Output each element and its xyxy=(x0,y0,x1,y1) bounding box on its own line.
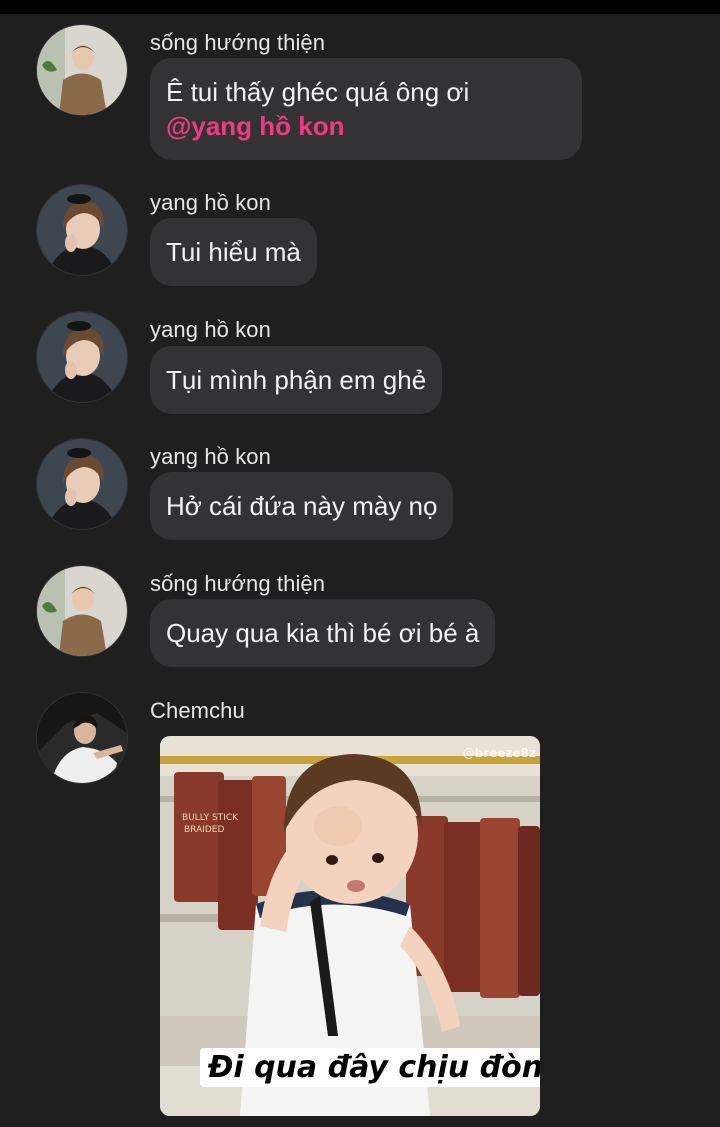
svg-text:BRAIDED: BRAIDED xyxy=(184,825,224,835)
message-bubble[interactable]: Quay qua kia thì bé ơi bé à xyxy=(150,599,496,667)
message-bubble[interactable]: Ê tui thấy ghéc quá ông ơi @yang hồ kon xyxy=(150,58,582,160)
avatar[interactable] xyxy=(36,692,128,784)
svg-text:BULLY STICK: BULLY STICK xyxy=(182,813,239,823)
sender-name: sống hướng thiện xyxy=(150,30,326,55)
message-text: Tui hiểu mà xyxy=(166,237,301,267)
message-bubble[interactable]: Hở cái đứa này mày nọ xyxy=(150,472,454,540)
message-text: Ê tui thấy ghéc quá ông ơi xyxy=(166,77,470,107)
message-text: Quay qua kia thì bé ơi bé à xyxy=(166,618,480,648)
avatar[interactable] xyxy=(36,184,128,276)
meme-image[interactable]: BULLY STICK BRAIDED @breeze8z Đi qua đây… xyxy=(160,736,540,1116)
message-bubble[interactable]: Tụi mình phận em ghẻ xyxy=(150,346,443,414)
status-bar xyxy=(0,0,720,14)
message-bubble[interactable]: Tui hiểu mà xyxy=(150,218,317,286)
meme-watermark: @breeze8z xyxy=(462,746,536,760)
avatar[interactable] xyxy=(36,565,128,657)
sender-name: sống hướng thiện xyxy=(150,571,326,596)
avatar[interactable] xyxy=(36,311,128,403)
sender-name: Chemchu xyxy=(150,698,245,723)
sender-name: yang hồ kon xyxy=(150,444,271,469)
meme-caption: Đi qua đây chịu đòn xyxy=(200,1048,540,1087)
avatar[interactable] xyxy=(36,438,128,530)
message-text: Tụi mình phận em ghẻ xyxy=(166,365,427,395)
mention-link[interactable]: @yang hồ kon xyxy=(166,109,566,143)
sender-name: yang hồ kon xyxy=(150,317,271,342)
message-text: Hở cái đứa này mày nọ xyxy=(166,491,438,521)
sender-name: yang hồ kon xyxy=(150,190,271,215)
avatar[interactable] xyxy=(36,24,128,116)
